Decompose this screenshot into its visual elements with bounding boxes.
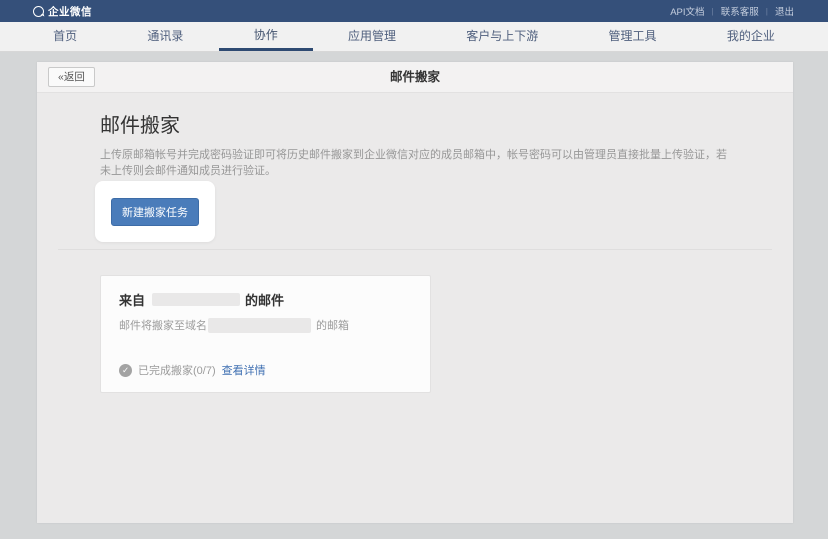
tab-app-management[interactable]: 应用管理 — [313, 22, 431, 51]
page-title: 邮件搬家 — [37, 62, 793, 93]
redacted-sender-domain — [152, 293, 240, 306]
check-circle-icon: ✓ — [119, 364, 132, 377]
back-button[interactable]: «返回 — [48, 67, 95, 87]
tab-customers-upstream[interactable]: 客户与上下游 — [431, 22, 573, 51]
brand-logo: 企业微信 — [33, 4, 92, 19]
task-card-title: 来自 的邮件 — [119, 290, 412, 309]
topbar: 企业微信 API文档 | 联系客服 | 退出 — [0, 0, 828, 22]
topbar-links: API文档 | 联系客服 | 退出 — [670, 4, 794, 18]
panel-body: 邮件搬家 上传原邮箱帐号并完成密码验证即可将历史邮件搬家到企业微信对应的成员邮箱… — [37, 109, 793, 539]
section-divider — [58, 249, 772, 250]
button-spotlight-highlight: 新建搬家任务 — [95, 181, 215, 242]
task-card-title-prefix: 来自 — [119, 290, 145, 309]
topbar-link-support[interactable]: 联系客服 — [721, 4, 759, 18]
task-card-subtitle-prefix: 邮件将搬家至域名 — [119, 317, 207, 333]
separator: | — [712, 6, 714, 16]
tab-admin-tools[interactable]: 管理工具 — [573, 22, 691, 51]
tab-my-company[interactable]: 我的企业 — [692, 22, 810, 51]
redacted-target-domain — [208, 318, 311, 333]
separator: | — [766, 6, 768, 16]
task-status-row: ✓ 已完成搬家(0/7) 查看详情 — [119, 362, 266, 378]
task-card-subtitle-suffix: 的邮箱 — [316, 317, 349, 333]
tab-collaboration[interactable]: 协作 — [219, 22, 313, 51]
new-migration-task-button[interactable]: 新建搬家任务 — [111, 198, 199, 226]
migration-status-text: 已完成搬家(0/7) — [138, 362, 216, 378]
main-nav: 首页 通讯录 协作 应用管理 客户与上下游 管理工具 我的企业 — [0, 22, 828, 52]
section-title: 邮件搬家 — [100, 109, 793, 138]
chat-bubble-icon — [33, 6, 44, 17]
task-card-subtitle: 邮件将搬家至域名 的邮箱 — [119, 317, 412, 333]
tab-contacts[interactable]: 通讯录 — [112, 22, 218, 51]
view-details-link[interactable]: 查看详情 — [222, 362, 266, 378]
topbar-link-logout[interactable]: 退出 — [775, 4, 794, 18]
panel-header: «返回 邮件搬家 — [37, 62, 793, 93]
task-card-title-suffix: 的邮件 — [245, 290, 284, 309]
tab-home[interactable]: 首页 — [18, 22, 112, 51]
section-description: 上传原邮箱帐号并完成密码验证即可将历史邮件搬家到企业微信对应的成员邮箱中，帐号密… — [100, 147, 730, 179]
migration-task-card: 来自 的邮件 邮件将搬家至域名 的邮箱 ✓ 已完成搬家(0/7) 查看详情 — [100, 275, 431, 393]
content-panel: «返回 邮件搬家 邮件搬家 上传原邮箱帐号并完成密码验证即可将历史邮件搬家到企业… — [37, 62, 793, 523]
topbar-link-api-docs[interactable]: API文档 — [670, 4, 704, 18]
brand-name: 企业微信 — [48, 4, 92, 19]
